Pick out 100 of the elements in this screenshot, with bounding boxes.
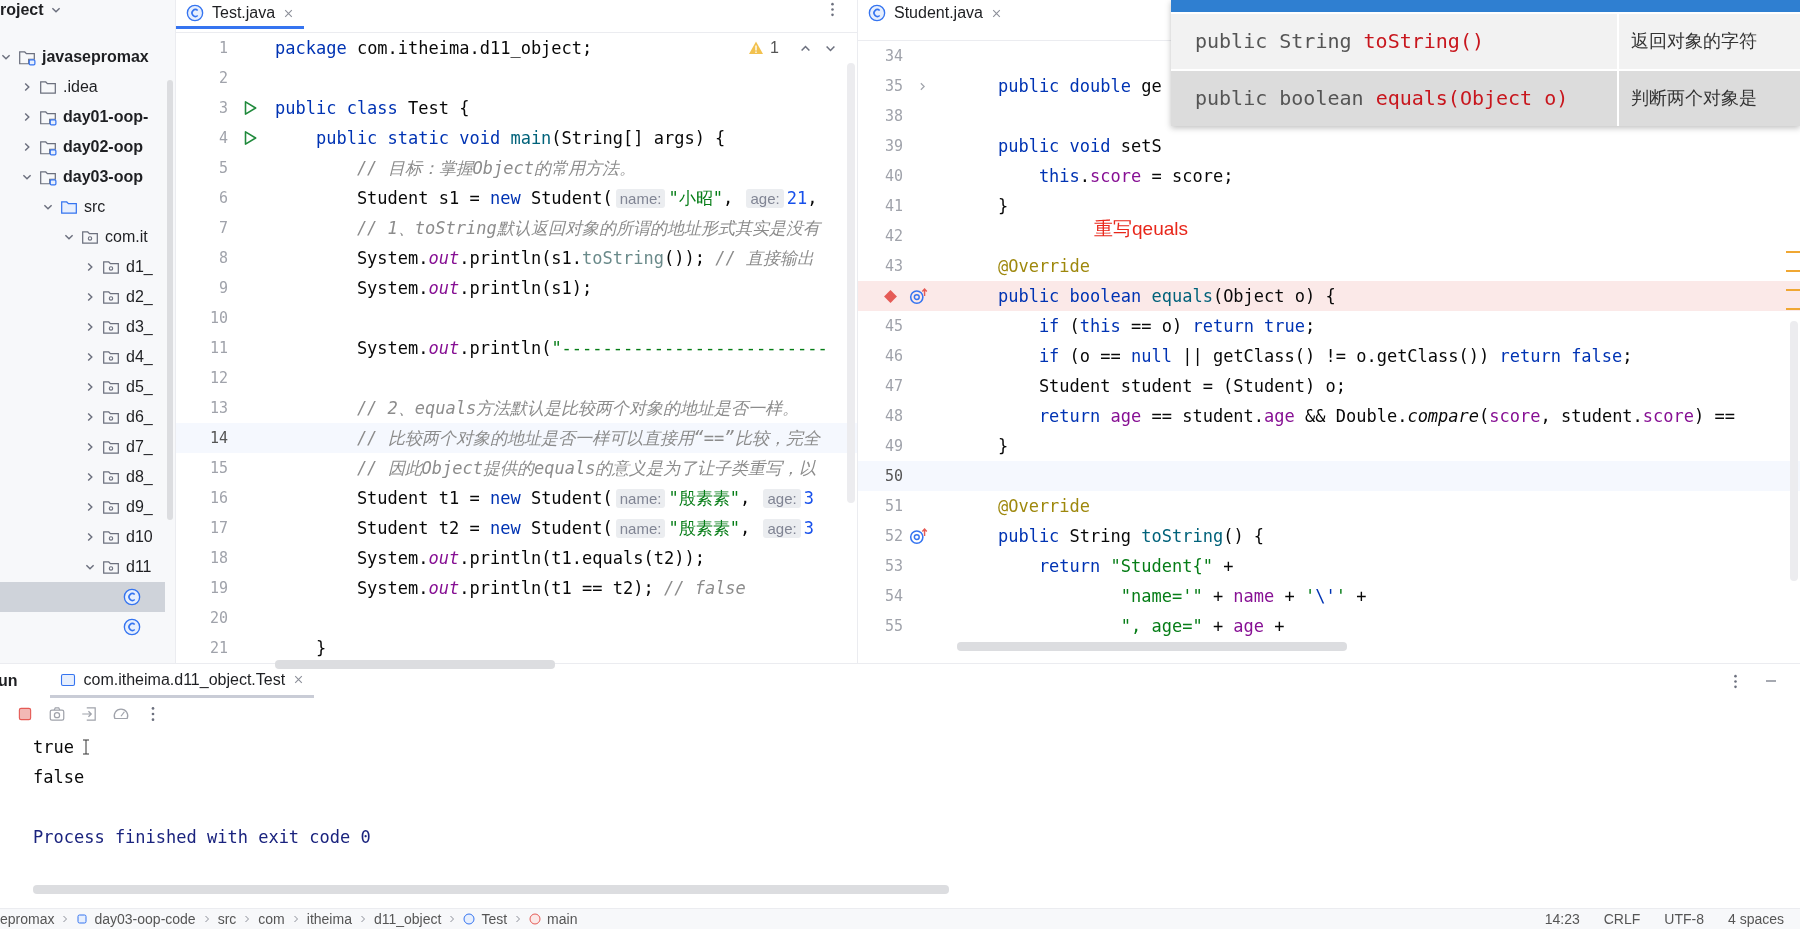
scrollbar[interactable] [275, 660, 555, 669]
tree-item[interactable]: d8_ [126, 468, 153, 486]
line-number: 51 [883, 497, 903, 515]
override-icon[interactable] [909, 527, 929, 545]
tree-item[interactable]: d9_ [126, 498, 153, 516]
code-line: System.out.println(s1); [355, 278, 593, 298]
status-item[interactable]: 14:23 [1544, 911, 1580, 928]
panel-title[interactable]: roject [0, 1, 44, 19]
line-number: 19 [208, 579, 228, 597]
code-line: Student s1 = new Student( name: "小昭", age: 21, [355, 186, 818, 210]
breadcrumb[interactable]: Test [481, 911, 508, 928]
tree-item[interactable]: day01-oop- [63, 108, 149, 126]
line-number: 40 [883, 167, 903, 185]
line-number: 55 [883, 617, 903, 635]
change-marker[interactable] [1786, 289, 1800, 291]
line-number: 16 [208, 489, 228, 507]
change-marker[interactable] [1786, 308, 1800, 310]
camera-icon[interactable] [48, 705, 66, 723]
module-folder-icon [39, 168, 57, 186]
tree-item[interactable]: d3_ [126, 318, 153, 336]
table-cell-text: 返回对象的字符 [1630, 30, 1757, 54]
tree-item[interactable]: javasepromax [42, 48, 149, 66]
line-number: 48 [883, 407, 903, 425]
code-line: } [314, 638, 327, 658]
tree-item[interactable]: d2_ [126, 288, 153, 306]
tree-item[interactable]: d6_ [126, 408, 153, 426]
scrollbar[interactable] [167, 80, 173, 520]
console-line: false [33, 767, 85, 787]
console-line: Process finished with exit code 0 [33, 827, 371, 847]
tree-item[interactable]: .idea [63, 78, 98, 96]
code-line: this.score = score; [1037, 166, 1234, 186]
line-number: 13 [208, 399, 228, 417]
breadcrumb[interactable]: com [258, 911, 285, 928]
tree-item[interactable]: d10 [126, 528, 153, 546]
code-line: return "Student{" + [1037, 556, 1234, 576]
code-line: Student t2 = new Student( name: "殷素素", age: 3 [355, 516, 814, 540]
table-cell-text: 判断两个对象是 [1630, 87, 1757, 111]
code-line: // 1、toString默认返回对象的所谓的地址形式其实是没有 [355, 216, 820, 240]
package-icon [81, 228, 99, 246]
module-folder-icon [39, 138, 57, 156]
line-number: 12 [208, 369, 228, 387]
tree-item[interactable]: d5_ [126, 378, 153, 396]
breadcrumb[interactable]: itheima [306, 911, 352, 928]
change-marker[interactable] [1786, 270, 1800, 272]
tree-item[interactable]: com.it [105, 228, 148, 246]
code-line: public double ge [996, 76, 1162, 96]
status-item[interactable]: 4 spaces [1727, 911, 1784, 928]
status-item[interactable]: UTF-8 [1664, 911, 1704, 928]
breakpoint-icon[interactable] [883, 288, 898, 304]
breadcrumb[interactable]: epromax [0, 911, 55, 928]
tree-item[interactable]: d11 [126, 558, 152, 576]
package-icon [102, 378, 120, 396]
tree-item[interactable]: day03-oop [63, 168, 143, 186]
editor-tab[interactable]: Student.java [858, 0, 1012, 29]
line-number: 53 [883, 557, 903, 575]
code-line: } [996, 196, 1009, 216]
line-number: 38 [883, 107, 903, 125]
code-line: public class Test { [275, 98, 470, 118]
scrollbar[interactable] [33, 885, 949, 895]
package-icon [102, 288, 120, 306]
tree-item[interactable]: d7_ [126, 438, 153, 456]
tree-item[interactable]: day02-oop [63, 138, 143, 156]
line-number: 21 [208, 639, 228, 657]
tree-item[interactable]: d1_ [126, 258, 153, 276]
more-icon[interactable] [1733, 673, 1738, 689]
line-number: 50 [883, 467, 903, 485]
close-icon[interactable] [990, 7, 1002, 19]
package-icon [102, 408, 120, 426]
breadcrumb[interactable]: main [547, 911, 578, 928]
close-icon[interactable] [293, 674, 305, 685]
text-cursor-icon [81, 739, 90, 755]
folder-icon [39, 78, 57, 96]
line-number: 52 [883, 527, 903, 545]
status-item[interactable]: CRLF [1603, 911, 1641, 928]
tree-item[interactable]: d4_ [126, 348, 153, 366]
code-line: "name='" + name + '\'' + [1119, 586, 1367, 606]
console-line: true [33, 737, 74, 757]
breadcrumb[interactable]: d11_object [373, 911, 442, 928]
code-line: public String toString() { [996, 526, 1265, 546]
breadcrumb[interactable]: src [217, 911, 237, 928]
line-number: 7 [217, 219, 228, 237]
line-number: 47 [883, 377, 903, 395]
line-number: 1 [217, 39, 228, 57]
editor-tab[interactable]: Test.java [176, 0, 305, 29]
more-icon[interactable] [830, 2, 835, 17]
override-icon[interactable] [909, 287, 929, 305]
warning-count[interactable]: 1 [770, 39, 779, 57]
line-number: 35 [883, 77, 903, 95]
package-icon [102, 498, 120, 516]
close-icon[interactable] [283, 7, 295, 19]
tree-item[interactable]: src [84, 198, 106, 216]
code-line: // 比较两个对象的地址是否一样可以直接用“==”比较，完全 [355, 426, 820, 450]
run-tab[interactable]: com.itheima.d11_object.Test [49, 664, 315, 698]
class-icon [463, 913, 476, 926]
change-marker[interactable] [1786, 251, 1800, 253]
stop-icon[interactable] [16, 705, 34, 723]
breadcrumb[interactable]: day03-oop-code [94, 911, 196, 928]
code-line: System.out.println(t1.equals(t2)); [355, 548, 705, 568]
code-line: return age == student.age && Double.compare(score, student.score) == [1037, 406, 1735, 426]
scrollbar[interactable] [957, 642, 1347, 651]
